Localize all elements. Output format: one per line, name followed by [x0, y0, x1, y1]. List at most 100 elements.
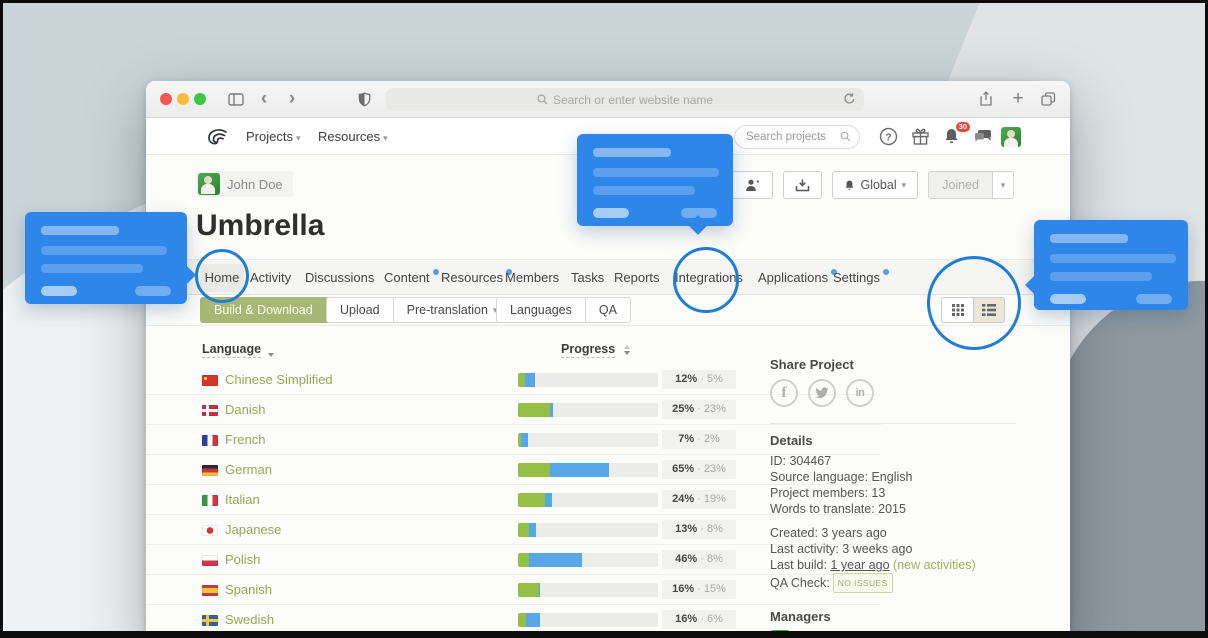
language-name-link[interactable]: Danish — [225, 395, 265, 425]
sidebar-toggle-icon[interactable] — [226, 89, 246, 109]
minimize-window-button[interactable] — [177, 93, 189, 105]
translated-progress-segment — [525, 373, 535, 387]
manager-row[interactable] — [770, 630, 790, 637]
language-name-link[interactable]: Swedish — [225, 605, 274, 635]
progress-bar — [518, 403, 658, 417]
progress-percentages: 7% · 2% — [662, 430, 736, 449]
tab-content[interactable]: Content — [384, 260, 430, 296]
highlight-circle-view-toggle — [927, 256, 1021, 350]
language-name-link[interactable]: Spanish — [225, 575, 272, 605]
tab-reports[interactable]: Reports — [614, 260, 660, 296]
callout-button-placeholder[interactable] — [593, 208, 629, 218]
tab-applications[interactable]: Applications — [758, 260, 828, 296]
global-notifications-button[interactable]: Global ▾ — [832, 171, 918, 199]
callout-button-placeholder[interactable] — [1136, 294, 1172, 304]
translated-progress-segment — [539, 583, 540, 597]
zoom-window-button[interactable] — [194, 93, 206, 105]
user-avatar[interactable] — [1001, 127, 1021, 147]
language-name-link[interactable]: French — [225, 425, 265, 455]
details-line: Created: 3 years ago — [770, 525, 976, 541]
invite-member-button[interactable] — [732, 171, 773, 199]
approved-progress-segment — [518, 583, 539, 597]
language-flag-icon — [202, 405, 218, 416]
progress-column-header[interactable]: Progress — [561, 342, 615, 358]
tab-activity[interactable]: Activity — [250, 260, 291, 296]
gift-icon[interactable] — [911, 127, 931, 147]
tab-discussions[interactable]: Discussions — [305, 260, 374, 296]
callout-button-placeholder[interactable] — [41, 286, 77, 296]
language-sort-icon[interactable] — [268, 347, 274, 357]
share-icon[interactable] — [976, 89, 996, 109]
projects-search-input[interactable]: Search projects — [734, 125, 860, 149]
messages-icon[interactable] — [973, 127, 993, 147]
share-project-title: Share Project — [770, 357, 854, 372]
tab-resources[interactable]: Resources — [441, 260, 503, 296]
tab-overview-icon[interactable] — [1038, 89, 1058, 109]
twitter-share-icon[interactable] — [808, 379, 836, 407]
upload-button[interactable]: Upload — [326, 297, 394, 323]
language-flag-icon — [202, 435, 218, 446]
translated-progress-segment — [526, 613, 540, 627]
translated-progress-segment — [529, 523, 536, 537]
language-column-header[interactable]: Language — [202, 342, 261, 358]
tab-members[interactable]: Members — [505, 260, 559, 296]
progress-percentages: 46% · 8% — [662, 550, 736, 569]
nav-menu-resources[interactable]: Resources▾ — [318, 119, 388, 155]
language-name-link[interactable]: Polish — [225, 545, 260, 575]
project-owner-chip[interactable]: John Doe — [196, 171, 293, 197]
callout-button-placeholder[interactable] — [135, 286, 171, 296]
joined-caret-button[interactable]: ▾ — [993, 171, 1014, 199]
language-name-link[interactable]: Japanese — [225, 515, 281, 545]
progress-percentages: 16% · 6% — [662, 610, 736, 629]
language-name-link[interactable]: Chinese Simplified — [225, 365, 333, 395]
highlight-circle-home-tab — [195, 249, 249, 303]
help-icon[interactable]: ? — [879, 127, 899, 147]
svg-text:?: ? — [885, 131, 891, 143]
details-title: Details — [770, 433, 813, 448]
languages-button[interactable]: Languages — [496, 297, 586, 323]
qa-button[interactable]: QA — [586, 297, 631, 323]
reload-icon[interactable] — [843, 92, 856, 106]
progress-bar — [518, 463, 658, 477]
linkedin-share-icon[interactable]: in — [846, 379, 874, 407]
progress-bar — [518, 433, 658, 447]
notifications-bell-icon[interactable]: 30 — [943, 127, 963, 147]
tab-tasks[interactable]: Tasks — [571, 260, 604, 296]
approved-progress-segment — [518, 553, 529, 567]
callout-text-placeholder — [1050, 254, 1176, 263]
download-button[interactable] — [783, 171, 822, 199]
address-bar[interactable]: Search or enter website name — [386, 88, 864, 111]
close-window-button[interactable] — [160, 93, 172, 105]
tab-settings[interactable]: Settings — [833, 260, 880, 296]
approved-progress-segment — [518, 373, 525, 387]
privacy-shield-icon[interactable] — [354, 89, 374, 109]
back-button[interactable]: ‹ — [254, 89, 274, 109]
callout-text-placeholder — [41, 246, 167, 255]
language-flag-icon — [202, 375, 218, 386]
progress-sort-icon[interactable] — [624, 345, 630, 355]
facebook-share-icon[interactable]: f — [770, 379, 798, 407]
global-button-label: Global — [860, 178, 896, 192]
last-build-link[interactable]: 1 year ago — [830, 558, 889, 572]
new-tab-icon[interactable]: + — [1008, 89, 1028, 109]
browser-titlebar: ‹ › Search or enter website name + — [146, 81, 1070, 118]
language-flag-icon — [202, 555, 218, 566]
progress-bar — [518, 373, 658, 387]
nav-menu-projects[interactable]: Projects▾ — [246, 119, 301, 155]
qa-status-badge: NO ISSUES — [833, 573, 893, 593]
callout-text-placeholder — [593, 168, 719, 177]
forward-button[interactable]: › — [282, 89, 302, 109]
joined-button[interactable]: Joined — [928, 171, 993, 199]
language-name-link[interactable]: German — [225, 455, 272, 485]
language-name-link[interactable]: Italian — [225, 485, 260, 515]
approved-progress-segment — [518, 523, 529, 537]
projects-search-placeholder: Search projects — [746, 131, 826, 143]
language-flag-icon — [202, 615, 218, 626]
language-flag-icon — [202, 465, 218, 476]
details-line: ID: 304467 — [770, 453, 912, 469]
callout-text-placeholder — [1050, 272, 1152, 281]
last-build-line: Last build: 1 year ago (new activities) — [770, 557, 976, 573]
pretranslation-button[interactable]: Pre-translation▾ — [394, 297, 512, 323]
crowdin-logo[interactable] — [204, 126, 230, 148]
callout-button-placeholder[interactable] — [1050, 294, 1086, 304]
